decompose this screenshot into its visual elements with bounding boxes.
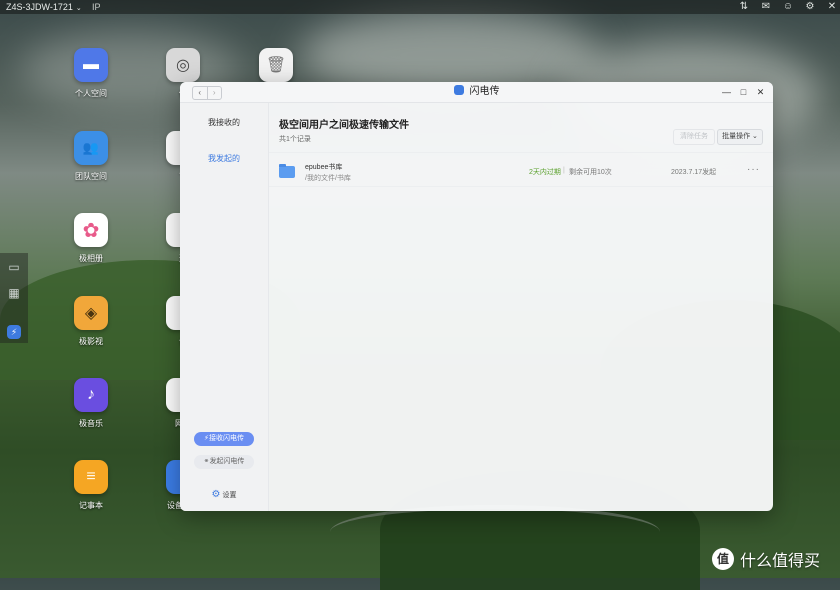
receive-button-label: 接收闪电传 (208, 435, 244, 442)
window-title: 闪电传 (180, 82, 773, 102)
send-button-label: 发起闪电传 (209, 458, 245, 465)
watermark-text: 什么值得买 (740, 553, 821, 570)
gear-icon: ⚙ (211, 489, 221, 500)
desktop-icon-label: 团队空间 (75, 172, 107, 181)
disk-icon: ◎ (166, 48, 200, 82)
minimize-icon[interactable]: — (722, 87, 731, 97)
settings-label: 设置 (222, 492, 237, 499)
window-sidebar: 我接收的 我发起的 ⚡接收闪电传 ⚭发起闪电传 ⚙ 设置 (180, 103, 269, 511)
sidebar-item-sent[interactable]: 我发起的 (180, 153, 268, 164)
window-titlebar[interactable]: ‹ › 闪电传 — □ ✕ (180, 82, 773, 103)
divider (269, 152, 773, 153)
apps-grid-icon[interactable]: ▦ (6, 285, 22, 301)
monitor-icon[interactable]: ▭ (6, 259, 22, 275)
window-title-text: 闪电传 (469, 86, 500, 97)
desktop-icon-label: 极影视 (79, 337, 103, 346)
desktop-icon-label: 个人空间 (75, 89, 107, 98)
folder-icon: ▬ (74, 48, 108, 82)
flash-transfer-app-icon (453, 85, 464, 95)
system-top-bar: Z4S-3JDW-1721 ⌄ IP ⇅ ✉ ☺ ⚙ ✕ (0, 0, 840, 14)
gear-icon[interactable]: ⚙ (804, 0, 816, 14)
video-icon: ◈ (74, 296, 108, 330)
window-main: 极空间用户之间极速传输文件 共1个记录 清除任务 批量操作 ⌄ epubee书库… (269, 103, 773, 511)
folder-icon (279, 164, 295, 178)
expire-status: 2天内过期 (529, 169, 561, 176)
desktop-icon-team-space[interactable]: 👥 团队空间 (56, 131, 126, 182)
watermark: 值 什么值得买 (712, 547, 820, 571)
batch-actions-button[interactable]: 批量操作 ⌄ (717, 129, 763, 145)
transfer-icon[interactable]: ⇅ (738, 0, 750, 14)
remaining-uses: 剩余可用10次 (569, 169, 612, 176)
system-tray: ⇅ ✉ ☺ ⚙ ✕ (738, 0, 838, 14)
left-dock: ▭ ▦ ⚡ (0, 253, 28, 343)
desktop-icon-trash[interactable]: 🗑 (241, 48, 311, 82)
desktop-icon-label: 极音乐 (79, 419, 103, 428)
desktop-icon-photos[interactable]: ✿ 极相册 (56, 213, 126, 264)
desktop-icon-label: 记事本 (79, 501, 103, 510)
settings-button[interactable]: ⚙ 设置 (180, 489, 268, 500)
mail-icon[interactable]: ✉ (760, 0, 772, 14)
device-name: Z4S-3JDW-1721 (6, 2, 73, 12)
desktop-icon-video[interactable]: ◈ 极影视 (56, 296, 126, 347)
page-title: 极空间用户之间极速传输文件 (279, 120, 409, 131)
photos-icon: ✿ (74, 213, 108, 247)
ip-icon[interactable]: IP (92, 0, 104, 14)
file-path: /我的文件/书库 (305, 175, 351, 182)
trash-icon: 🗑 (259, 48, 293, 82)
maximize-icon[interactable]: □ (739, 87, 748, 97)
sent-date: 2023.7.17发起 (671, 169, 717, 176)
receive-flash-transfer-button[interactable]: ⚡接收闪电传 (194, 432, 254, 446)
notepad-icon: ≡ (74, 460, 108, 494)
flash-transfer-window: ‹ › 闪电传 — □ ✕ 我接收的 我发起的 ⚡接收闪电传 ⚭发起闪电传 ⚙ … (180, 82, 773, 511)
separator: | (563, 167, 565, 174)
desktop-icon-music[interactable]: ♪ 极音乐 (56, 378, 126, 429)
watermark-logo: 值 (712, 548, 734, 570)
team-folder-icon: 👥 (74, 131, 108, 165)
desktop-icon-personal-space[interactable]: ▬ 个人空间 (56, 48, 126, 99)
table-row[interactable]: epubee书库 /我的文件/书库 2天内过期 | 剩余可用10次 2023.7… (269, 156, 773, 187)
record-count: 共1个记录 (279, 136, 311, 143)
desktop-icon-label: 极相册 (79, 254, 103, 263)
file-name: epubee书库 (305, 164, 343, 171)
sidebar-item-received[interactable]: 我接收的 (180, 117, 268, 128)
device-selector[interactable]: Z4S-3JDW-1721 ⌄ (6, 0, 82, 16)
more-options-icon[interactable]: ··· (747, 164, 760, 175)
close-icon[interactable]: ✕ (826, 0, 838, 14)
send-flash-transfer-button[interactable]: ⚭发起闪电传 (194, 455, 254, 469)
desktop-icon-notepad[interactable]: ≡ 记事本 (56, 460, 126, 511)
clear-tasks-button[interactable]: 清除任务 (673, 129, 715, 145)
close-window-icon[interactable]: ✕ (756, 87, 765, 98)
user-icon[interactable]: ☺ (782, 0, 794, 14)
music-icon: ♪ (74, 378, 108, 412)
window-controls: — □ ✕ (722, 82, 765, 102)
flash-transfer-dock-icon[interactable]: ⚡ (7, 325, 21, 339)
chevron-down-icon: ⌄ (75, 5, 82, 12)
